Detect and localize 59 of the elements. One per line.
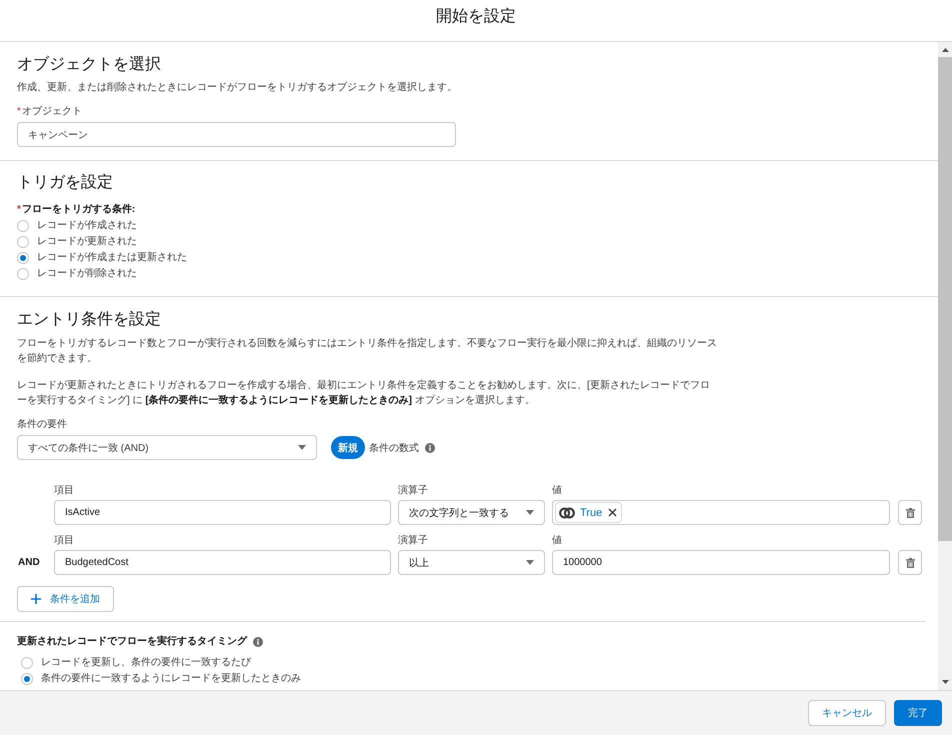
operator-dropdown[interactable]: 以上 [398, 550, 545, 575]
connector-label: AND [17, 557, 41, 568]
option-label: レコードが削除された [37, 267, 137, 281]
option-label: レコードが更新された [37, 235, 137, 249]
caret-down-icon [526, 560, 534, 565]
down-triangle-icon[interactable] [942, 680, 948, 684]
radio-button[interactable] [21, 657, 33, 669]
section-heading: オブジェクトを選択 [17, 55, 162, 75]
trash-icon [906, 558, 914, 568]
secondary-button[interactable]: キャンセル [808, 700, 886, 726]
description-text: レコードが更新されたときにトリガされるフローを作成する場合、最初にエントリ条件を定義することをお勧めします。次に、[更新されたレコードでフローを実行するタイミング] に [条件の要件に一致するようにレコードを更新したときのみ] オプションを選択します。 [17, 378, 711, 408]
object-field[interactable]: キャンペーン [17, 122, 456, 147]
field-label: 値 [552, 534, 563, 548]
radio-button[interactable] [17, 252, 29, 264]
field-label: *フローをトリガする条件: [17, 203, 136, 217]
info-icon [425, 442, 435, 452]
field-label: 演算子 [398, 484, 429, 498]
radio-button[interactable] [21, 673, 33, 685]
add-condition-button[interactable]: 条件を追加 [17, 586, 114, 612]
section-heading: トリガを設定 [17, 173, 114, 193]
radio-button[interactable] [17, 220, 29, 232]
section-heading: エントリ条件を設定 [17, 310, 162, 330]
field-label: 条件の要件 [17, 418, 68, 432]
up-triangle-icon[interactable] [942, 48, 948, 52]
scrollbar-thumb[interactable] [938, 57, 952, 541]
trash-icon [906, 508, 914, 518]
option-label: レコードを更新し、条件の要件に一致するたび [41, 656, 251, 670]
delete-button[interactable] [898, 550, 922, 575]
description-text: 作成、更新、または削除されたときにレコードがフローをトリガするオブジェクトを選択します。 [17, 81, 458, 95]
field-input[interactable]: IsActive [54, 500, 391, 525]
option-label: レコードが作成または更新された [37, 251, 187, 265]
field-label: 値 [552, 484, 563, 498]
operator-dropdown[interactable]: 次の文字列と一致する [398, 500, 545, 525]
delete-button[interactable] [898, 500, 922, 525]
new-badge: 新規 [331, 436, 365, 459]
field-input[interactable]: BudgetedCost [54, 550, 391, 575]
remove-icon[interactable] [608, 508, 618, 517]
option-label: レコードが作成された [37, 219, 137, 233]
radio-button[interactable] [17, 268, 29, 280]
primary-button[interactable]: 完了 [894, 700, 942, 726]
requirement-dropdown[interactable]: すべての条件に一致 (AND) [17, 435, 317, 460]
info-icon [253, 637, 263, 647]
field-label: 項目 [54, 534, 75, 548]
radio-button[interactable] [17, 236, 29, 248]
formula-label: 条件の数式 [369, 442, 419, 454]
field-label: 項目 [54, 484, 75, 498]
caret-down-icon [298, 445, 306, 450]
timing-label: 更新されたレコードでフローを実行するタイミング [17, 635, 247, 649]
option-label: 条件の要件に一致するようにレコードを更新したときのみ [41, 672, 301, 686]
value-field[interactable]: 1000000 [552, 550, 890, 575]
caret-down-icon [526, 510, 534, 515]
value-pill[interactable]: True [555, 502, 622, 523]
field-label: *オブジェクト [17, 105, 83, 119]
field-label: 演算子 [398, 534, 429, 548]
modal-title: 開始を設定 [436, 7, 516, 27]
linked-circles-icon [559, 506, 575, 518]
description-text: フローをトリガするレコード数とフローが実行される回数を減らすにはエントリ条件を指定します。不要なフロー実行を最小限に抑えれば、組織のリソースを節約できます。 [17, 336, 717, 366]
value-field[interactable]: True [552, 500, 890, 525]
plus-icon [31, 594, 41, 604]
